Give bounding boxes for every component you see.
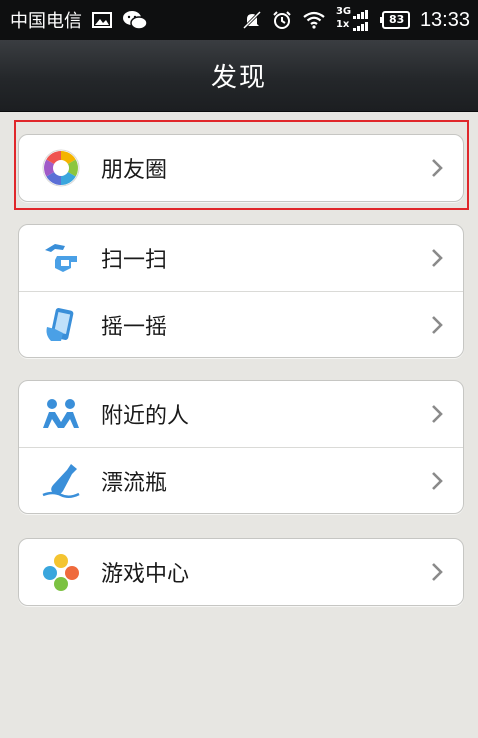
list-item-label: 扫一扫	[101, 248, 168, 273]
title-bar: 发现	[0, 40, 478, 112]
alarm-icon	[272, 10, 292, 30]
wifi-icon	[302, 11, 326, 29]
network-type-label: 3G	[335, 6, 352, 17]
moments-icon	[41, 148, 81, 188]
list-item-label: 游戏中心	[101, 562, 190, 587]
list-item-label: 摇一摇	[101, 314, 168, 340]
group-nearby-bottle: 附近的人 漂流瓶	[18, 380, 464, 514]
list-item-drift-bottle[interactable]: 漂流瓶	[19, 447, 463, 513]
group-game-center: 游戏中心	[18, 538, 464, 606]
network-type-label-2: 1x	[335, 19, 350, 30]
shake-icon	[41, 305, 81, 345]
wechat-notification-icon	[122, 10, 148, 30]
list-item-shake[interactable]: 摇一摇	[19, 291, 463, 357]
scan-icon	[41, 238, 81, 278]
clock: 13:33	[419, 8, 470, 31]
game-center-icon	[41, 552, 81, 592]
image-notification-icon	[92, 12, 112, 28]
status-bar: 中国电信 3G 1x 83 13:33	[0, 0, 478, 40]
people-nearby-icon	[41, 394, 81, 434]
carrier-label: 中国电信	[10, 11, 82, 32]
drift-bottle-icon	[41, 461, 81, 501]
chevron-right-icon	[429, 315, 445, 335]
chevron-right-icon	[429, 471, 445, 491]
page-title: 发现	[210, 63, 267, 93]
battery-icon: 83	[379, 11, 410, 29]
list-item-label: 漂流瓶	[101, 470, 168, 496]
list-item-moments[interactable]: 朋友圈	[19, 135, 463, 201]
list-item-people-nearby[interactable]: 附近的人	[19, 381, 463, 447]
battery-level: 83	[388, 13, 405, 26]
chevron-right-icon	[429, 248, 445, 268]
chevron-right-icon	[429, 404, 445, 424]
list-item-scan[interactable]: 扫一扫	[19, 225, 463, 291]
signal-icon: 3G 1x	[335, 6, 370, 32]
list-item-game-center[interactable]: 游戏中心	[19, 539, 463, 605]
list-item-label: 附近的人	[101, 404, 190, 429]
list-item-label: 朋友圈	[101, 158, 168, 183]
silent-bell-icon	[242, 10, 262, 30]
group-scan-shake: 扫一扫 摇一摇	[18, 224, 464, 358]
group-moments: 朋友圈	[18, 134, 464, 202]
chevron-right-icon	[429, 158, 445, 178]
chevron-right-icon	[429, 562, 445, 582]
